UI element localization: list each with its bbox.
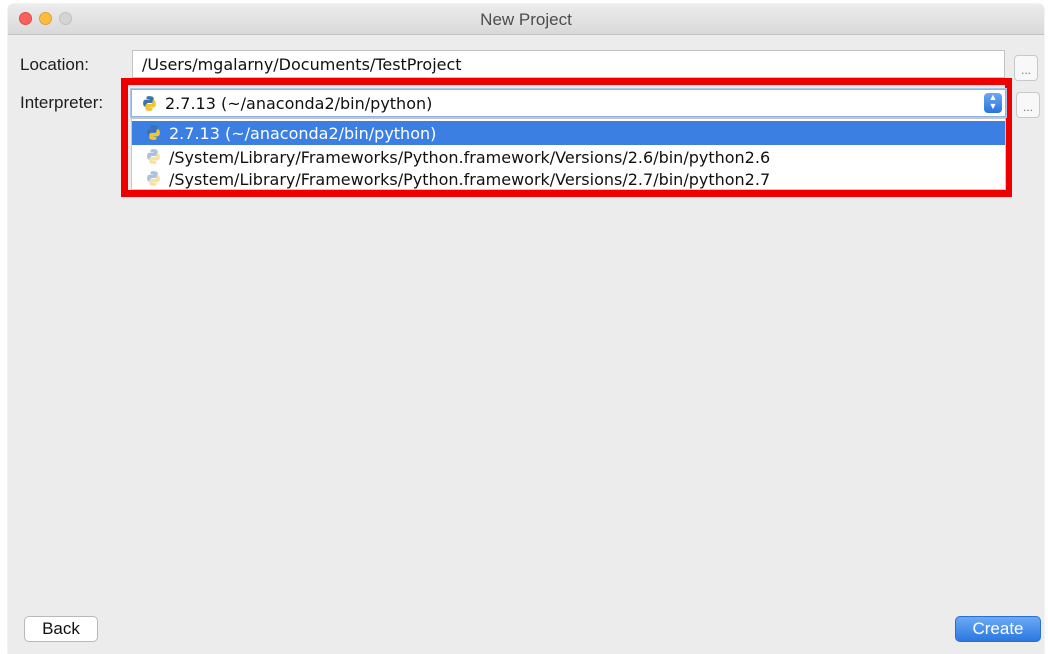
location-field[interactable]: /Users/mgalarny/Documents/TestProject	[132, 50, 1005, 78]
window-title: New Project	[480, 10, 572, 29]
location-label: Location:	[20, 55, 89, 74]
interpreter-label: Interpreter:	[20, 93, 104, 112]
dropdown-option-label: /System/Library/Frameworks/Python.framew…	[169, 148, 771, 167]
create-button[interactable]: Create	[955, 616, 1041, 642]
interpreter-selected-value: 2.7.13 (~/anaconda2/bin/python)	[165, 94, 433, 113]
dropdown-option-label: 2.7.13 (~/anaconda2/bin/python)	[169, 124, 437, 143]
python-icon	[143, 96, 156, 111]
dropdown-option-label: /System/Library/Frameworks/Python.framew…	[169, 170, 771, 189]
python-icon-faded	[147, 149, 160, 164]
back-button[interactable]: Back	[24, 616, 98, 642]
python-icon-faded	[147, 171, 160, 186]
interpreter-select[interactable]: 2.7.13 (~/anaconda2/bin/python) ▲ ▼	[131, 89, 1006, 117]
dropdown-option[interactable]: 2.7.13 (~/anaconda2/bin/python)	[132, 121, 1005, 145]
dropdown-option[interactable]: /System/Library/Frameworks/Python.framew…	[132, 167, 1005, 191]
new-project-window: New Project Location: /Users/mgalarny/Do…	[8, 4, 1044, 654]
dropdown-option[interactable]: /System/Library/Frameworks/Python.framew…	[132, 145, 1005, 169]
interpreter-browse-button[interactable]: ...	[1016, 92, 1040, 118]
location-browse-button[interactable]: ...	[1014, 55, 1038, 81]
title-bar: New Project	[8, 4, 1044, 35]
select-arrows-icon[interactable]: ▲ ▼	[984, 93, 1002, 113]
python-icon	[147, 125, 160, 140]
interpreter-dropdown-list: 2.7.13 (~/anaconda2/bin/python) /System/…	[131, 118, 1006, 190]
